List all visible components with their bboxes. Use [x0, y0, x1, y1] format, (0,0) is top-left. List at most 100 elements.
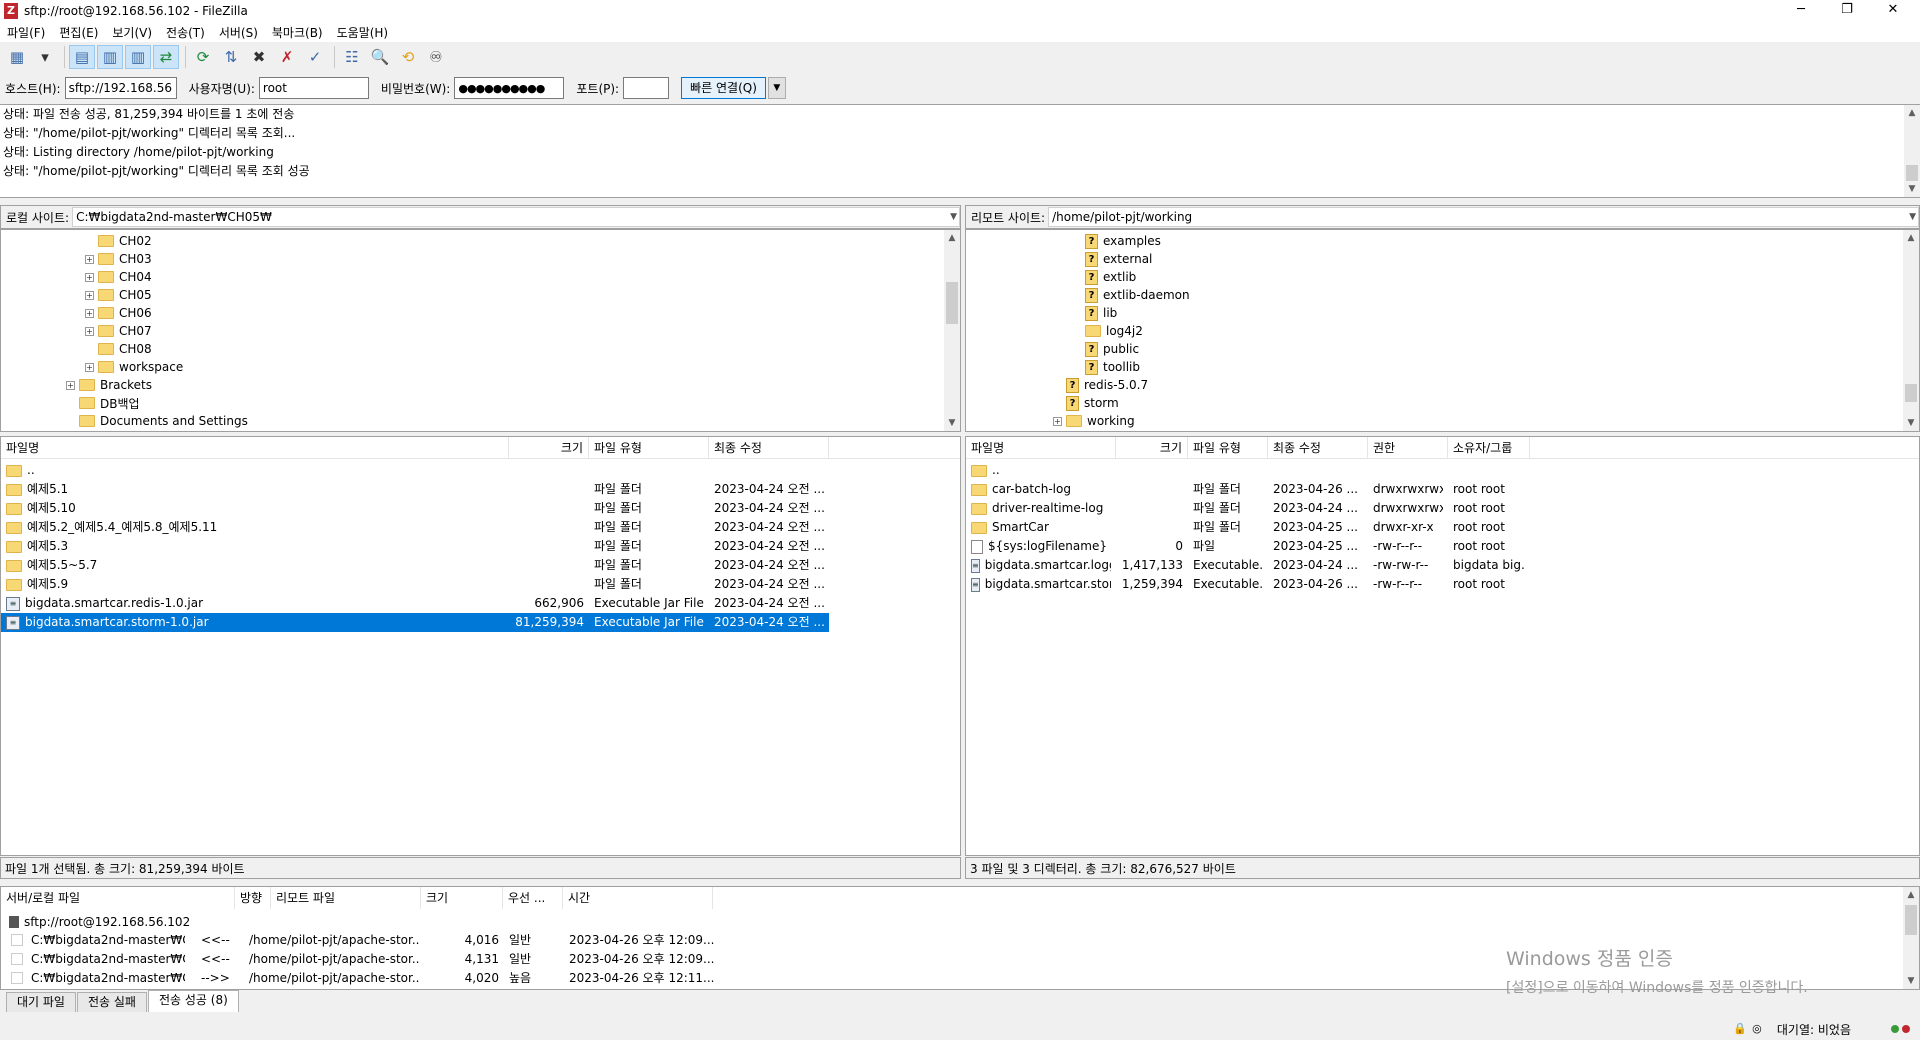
column-header-owner[interactable]: 소유자/그룹	[1448, 437, 1530, 459]
scroll-up-icon[interactable]: ▲	[1904, 105, 1920, 121]
process-queue-icon[interactable]: ⇅	[218, 45, 244, 69]
file-row[interactable]: ≡ bigdata.smartcar.storm-1.0.jar 81,259,39…	[1, 613, 829, 632]
queue-column-header[interactable]: 크기	[421, 887, 503, 909]
tree-item[interactable]: ? toollib	[1072, 358, 1140, 376]
tree-item[interactable]: Documents and Settings	[66, 412, 248, 430]
tree-expander-icon[interactable]: +	[85, 290, 94, 300]
scroll-up-icon[interactable]: ▲	[1903, 887, 1919, 903]
column-header-modified[interactable]: 최종 수정	[1268, 437, 1368, 459]
queue-tab[interactable]: 전송 성공 (8)	[147, 990, 239, 1012]
tree-expander-icon[interactable]: +	[85, 254, 94, 264]
queue-column-header[interactable]: 방향	[235, 887, 271, 909]
toggle-local-tree-icon[interactable]: ▥	[97, 45, 123, 69]
tree-expander-icon[interactable]: +	[66, 380, 75, 390]
scroll-up-icon[interactable]: ▲	[944, 230, 960, 246]
quickconnect-button[interactable]: 빠른 연결(Q)	[681, 77, 766, 99]
queue-column-header[interactable]: 시간	[563, 887, 713, 909]
column-header-type[interactable]: 파일 유형	[589, 437, 709, 459]
menu-item-2[interactable]: 보기(V)	[105, 24, 159, 41]
scroll-thumb[interactable]	[1905, 384, 1917, 402]
find-files-icon[interactable]: ♾	[423, 45, 449, 69]
scroll-thumb[interactable]	[1906, 165, 1918, 181]
chevron-down-icon[interactable]: ▼	[950, 208, 957, 226]
dropdown-arrow-icon[interactable]: ▾	[32, 45, 58, 69]
column-header-size[interactable]: 크기	[509, 437, 589, 459]
password-input[interactable]	[454, 77, 565, 99]
refresh-icon[interactable]: ⟳	[190, 45, 216, 69]
chevron-down-icon[interactable]: ▼	[1909, 208, 1916, 226]
file-row[interactable]: 예제5.3 파일 폴더 2023-04-24 오전 ...	[1, 537, 829, 556]
tree-item[interactable]: + Brackets	[66, 376, 152, 394]
queue-column-header[interactable]: 우선 ...	[503, 887, 563, 909]
local-tree-scrollbar[interactable]: ▲ ▼	[944, 230, 960, 431]
tree-item[interactable]: ? public	[1072, 340, 1139, 358]
scroll-down-icon[interactable]: ▼	[1904, 181, 1920, 197]
quickconnect-dropdown-icon[interactable]: ▼	[767, 77, 786, 99]
menu-item-4[interactable]: 서버(S)	[212, 24, 265, 41]
port-input[interactable]	[623, 77, 670, 99]
file-row[interactable]: 예제5.1 파일 폴더 2023-04-24 오전 ...	[1, 480, 829, 499]
queue-row-checkbox[interactable]	[11, 953, 23, 965]
minimize-button[interactable]: ─	[1778, 0, 1824, 22]
queue-scrollbar[interactable]: ▲ ▼	[1903, 887, 1919, 989]
remote-tree-scrollbar[interactable]: ▲ ▼	[1903, 230, 1919, 431]
tree-expander-icon[interactable]: +	[85, 308, 94, 318]
tree-item[interactable]: ? examples	[1072, 232, 1161, 250]
queue-row-checkbox[interactable]	[11, 934, 23, 946]
file-row[interactable]: car-batch-log 파일 폴더 2023-04-26 ... drwxrwxr…	[966, 480, 1530, 499]
queue-tab[interactable]: 전송 실패	[76, 992, 147, 1012]
menu-item-6[interactable]: 도움말(H)	[330, 24, 396, 41]
file-row[interactable]: ≡ bigdata.smartcar.stor... 81,259,394 Execu…	[966, 575, 1530, 594]
column-header-perm[interactable]: 권한	[1368, 437, 1448, 459]
tree-expander-icon[interactable]: +	[1053, 416, 1062, 426]
cancel-icon[interactable]: ✖	[246, 45, 272, 69]
tree-item[interactable]: + working	[1053, 412, 1135, 430]
tree-item[interactable]: log4j2	[1072, 322, 1143, 340]
scroll-down-icon[interactable]: ▼	[1903, 415, 1919, 431]
queue-tab[interactable]: 대기 파일	[6, 992, 76, 1012]
tree-item[interactable]: + CH04	[85, 268, 152, 286]
tree-item[interactable]: + workspace	[85, 358, 183, 376]
scroll-down-icon[interactable]: ▼	[944, 415, 960, 431]
tree-item[interactable]: + CH07	[85, 322, 152, 340]
reconnect-icon[interactable]: ✓	[302, 45, 328, 69]
file-row[interactable]: ≡ bigdata.smartcar.redis-1.0.jar 662,906 Ex…	[1, 594, 829, 613]
tree-item[interactable]: ? external	[1072, 250, 1152, 268]
column-header-size[interactable]: 크기	[1116, 437, 1188, 459]
scroll-thumb[interactable]	[946, 282, 958, 324]
file-row[interactable]: 예제5.2_예제5.4_예제5.8_예제5.11 파일 폴더 2023-04-24 …	[1, 518, 829, 537]
speed-limit-icon[interactable]: ◎	[1750, 1022, 1764, 1036]
menu-item-5[interactable]: 북마크(B)	[265, 24, 330, 41]
toggle-transfer-queue-icon[interactable]: ⇄	[153, 45, 179, 69]
tree-expander-icon[interactable]: +	[85, 326, 94, 336]
site-manager-icon[interactable]: ▦	[4, 45, 30, 69]
toggle-remote-tree-icon[interactable]: ▥	[125, 45, 151, 69]
tree-item[interactable]: ? storm	[1053, 394, 1119, 412]
tree-expander-icon[interactable]: +	[85, 272, 94, 282]
scroll-down-icon[interactable]: ▼	[1903, 973, 1919, 989]
message-log-scrollbar[interactable]: ▲ ▼	[1904, 105, 1920, 197]
file-row[interactable]: driver-realtime-log 파일 폴더 2023-04-24 ... dr…	[966, 499, 1530, 518]
tree-item[interactable]: ? extlib	[1072, 268, 1136, 286]
tree-expander-icon[interactable]: +	[85, 362, 94, 372]
toggle-message-log-icon[interactable]: ▤	[69, 45, 95, 69]
host-input[interactable]	[64, 77, 177, 99]
tree-item[interactable]: ? lib	[1072, 304, 1117, 322]
tree-item[interactable]: + CH05	[85, 286, 152, 304]
local-path-input[interactable]: C:₩bigdata2nd-master₩CH05₩ ▼	[72, 207, 960, 227]
file-row[interactable]: SmartCar 파일 폴더 2023-04-25 ... drwxr-xr-x roo…	[966, 518, 1530, 537]
file-row[interactable]: 예제5.5~5.7 파일 폴더 2023-04-24 오전 ...	[1, 556, 829, 575]
tree-item[interactable]: ? extlib-daemon	[1072, 286, 1190, 304]
scroll-up-icon[interactable]: ▲	[1903, 230, 1919, 246]
file-row[interactable]: 예제5.9 파일 폴더 2023-04-24 오전 ...	[1, 575, 829, 594]
sync-browse-icon[interactable]: ⟲	[395, 45, 421, 69]
queue-column-header[interactable]: 서버/로컬 파일	[1, 887, 235, 909]
menu-item-1[interactable]: 편집(E)	[52, 24, 105, 41]
directory-filter-icon[interactable]: ☷	[339, 45, 365, 69]
tree-item[interactable]: ? redis-5.0.7	[1053, 376, 1148, 394]
username-input[interactable]	[258, 77, 369, 99]
file-row[interactable]: ..	[966, 461, 1530, 480]
tree-item[interactable]: DB백업	[66, 394, 140, 412]
maximize-button[interactable]: ❐	[1824, 0, 1870, 22]
file-row[interactable]: ≡ bigdata.smartcar.logg... 1,417,133 Execut…	[966, 556, 1530, 575]
